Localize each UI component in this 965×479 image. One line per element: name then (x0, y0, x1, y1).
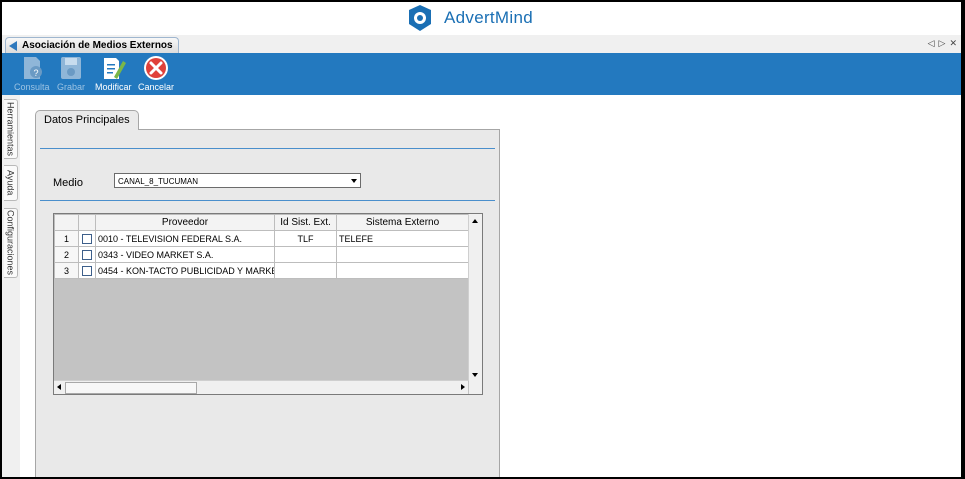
table-row[interactable]: 3 0454 - KON-TACTO PUBLICIDAD Y MARKE (54, 262, 469, 279)
proveedor-cell[interactable]: 0454 - KON-TACTO PUBLICIDAD Y MARKE (95, 262, 275, 279)
checkbox-header (78, 214, 96, 231)
tab-datos-principales[interactable]: Datos Principales (35, 110, 139, 130)
proveedores-grid: Proveedor Id Sist. Ext. Sistema Externo … (53, 213, 483, 395)
row-checkbox-cell (78, 246, 96, 263)
tab-label: Asociación de Medios Externos (22, 40, 173, 51)
document-tabstrip: Asociación de Medios Externos ◁ ▷ ✕ (2, 35, 961, 54)
sidebar-tab-label: Configuraciones (5, 210, 16, 276)
scroll-tabs-right-icon[interactable]: ▷ (939, 38, 946, 49)
side-panel-tabs: Herramientas Ayuda Configuraciones (2, 95, 20, 477)
logo-text: AdvertMind (444, 7, 533, 27)
column-header-sistema-externo[interactable]: Sistema Externo (336, 214, 469, 231)
separator-bottom (40, 200, 495, 201)
scroll-up-icon[interactable] (472, 219, 478, 223)
cancel-icon (144, 56, 169, 80)
datos-principales-panel: Medio CANAL_8_TUCUMAN Proveedor Id Sist.… (35, 129, 500, 477)
row-number: 1 (54, 230, 79, 247)
app-logo: AdvertMind (406, 2, 533, 33)
consulta-icon: ? (23, 57, 42, 79)
column-header-proveedor[interactable]: Proveedor (95, 214, 275, 231)
proveedor-cell[interactable]: 0343 - VIDEO MARKET S.A. (95, 246, 275, 263)
scrollbar-corner (469, 381, 482, 394)
svg-text:?: ? (33, 68, 38, 78)
proveedores-table: Proveedor Id Sist. Ext. Sistema Externo … (54, 214, 469, 279)
sidebar-tab-configuraciones[interactable]: Configuraciones (4, 208, 18, 278)
tab-asociacion-medios-externos[interactable]: Asociación de Medios Externos (5, 37, 179, 53)
sidebar-tab-herramientas[interactable]: Herramientas (4, 99, 18, 159)
save-icon (61, 57, 81, 79)
sistema-externo-cell[interactable] (336, 246, 469, 263)
scroll-tabs-left-icon[interactable]: ◁ (928, 38, 935, 49)
vertical-scrollbar[interactable] (468, 214, 482, 381)
close-tab-icon[interactable]: ✕ (949, 38, 957, 49)
edit-icon (104, 58, 127, 79)
row-number: 3 (54, 262, 79, 279)
row-number: 2 (54, 246, 79, 263)
row-checkbox[interactable] (82, 265, 92, 276)
sistema-externo-cell[interactable]: TELEFE (336, 230, 469, 247)
medio-select[interactable]: CANAL_8_TUCUMAN (114, 173, 361, 188)
dropdown-arrow-icon (351, 179, 357, 183)
cancelar-button[interactable]: Cancelar (138, 55, 174, 92)
proveedor-cell[interactable]: 0010 - TELEVISION FEDERAL S.A. (95, 230, 275, 247)
table-row[interactable]: 2 0343 - VIDEO MARKET S.A. (54, 246, 469, 263)
advertmind-logo-icon (409, 4, 431, 31)
separator-top (40, 148, 495, 149)
sistema-externo-cell[interactable] (336, 262, 469, 279)
cancelar-label: Cancelar (138, 82, 175, 92)
row-checkbox-cell (78, 262, 96, 279)
sidebar-tab-label: Herramientas (5, 101, 16, 157)
sidebar-tab-label: Ayuda (5, 170, 16, 196)
toolbar: ? Consulta Grabar Modificar Cancelar (2, 53, 961, 95)
grabar-button[interactable]: Grabar (57, 55, 85, 92)
row-checkbox-cell (78, 230, 96, 247)
medio-selected-value: CANAL_8_TUCUMAN (118, 177, 199, 186)
modificar-label: Modificar (95, 82, 132, 92)
consulta-label: Consulta (14, 82, 50, 92)
sidebar-tab-ayuda[interactable]: Ayuda (4, 165, 18, 201)
scroll-right-icon[interactable] (461, 384, 465, 390)
grabar-label: Grabar (57, 82, 86, 92)
tab-navigation: ◁ ▷ ✕ (928, 38, 957, 49)
main-content: Datos Principales Medio CANAL_8_TUCUMAN (20, 95, 961, 477)
app-window: AdvertMind Asociación de Medios Externos… (2, 2, 961, 477)
tab-icon (9, 40, 17, 51)
id-sist-ext-cell[interactable] (274, 262, 337, 279)
medio-label: Medio (53, 177, 83, 189)
table-header-row: Proveedor Id Sist. Ext. Sistema Externo (54, 214, 469, 231)
consulta-button[interactable]: ? Consulta (14, 55, 50, 92)
scroll-down-icon[interactable] (472, 373, 478, 377)
row-checkbox[interactable] (82, 249, 92, 260)
rownum-header (54, 214, 79, 231)
app-header: AdvertMind (2, 2, 961, 35)
table-row[interactable]: 1 0010 - TELEVISION FEDERAL S.A. TLF TEL… (54, 230, 469, 247)
id-sist-ext-cell[interactable] (274, 246, 337, 263)
scrollbar-thumb[interactable] (65, 382, 197, 394)
column-header-id-sist-ext[interactable]: Id Sist. Ext. (274, 214, 337, 231)
row-checkbox[interactable] (82, 233, 92, 244)
id-sist-ext-cell[interactable]: TLF (274, 230, 337, 247)
modificar-button[interactable]: Modificar (95, 55, 132, 92)
scroll-left-icon[interactable] (57, 384, 61, 390)
horizontal-scrollbar[interactable] (54, 380, 468, 394)
